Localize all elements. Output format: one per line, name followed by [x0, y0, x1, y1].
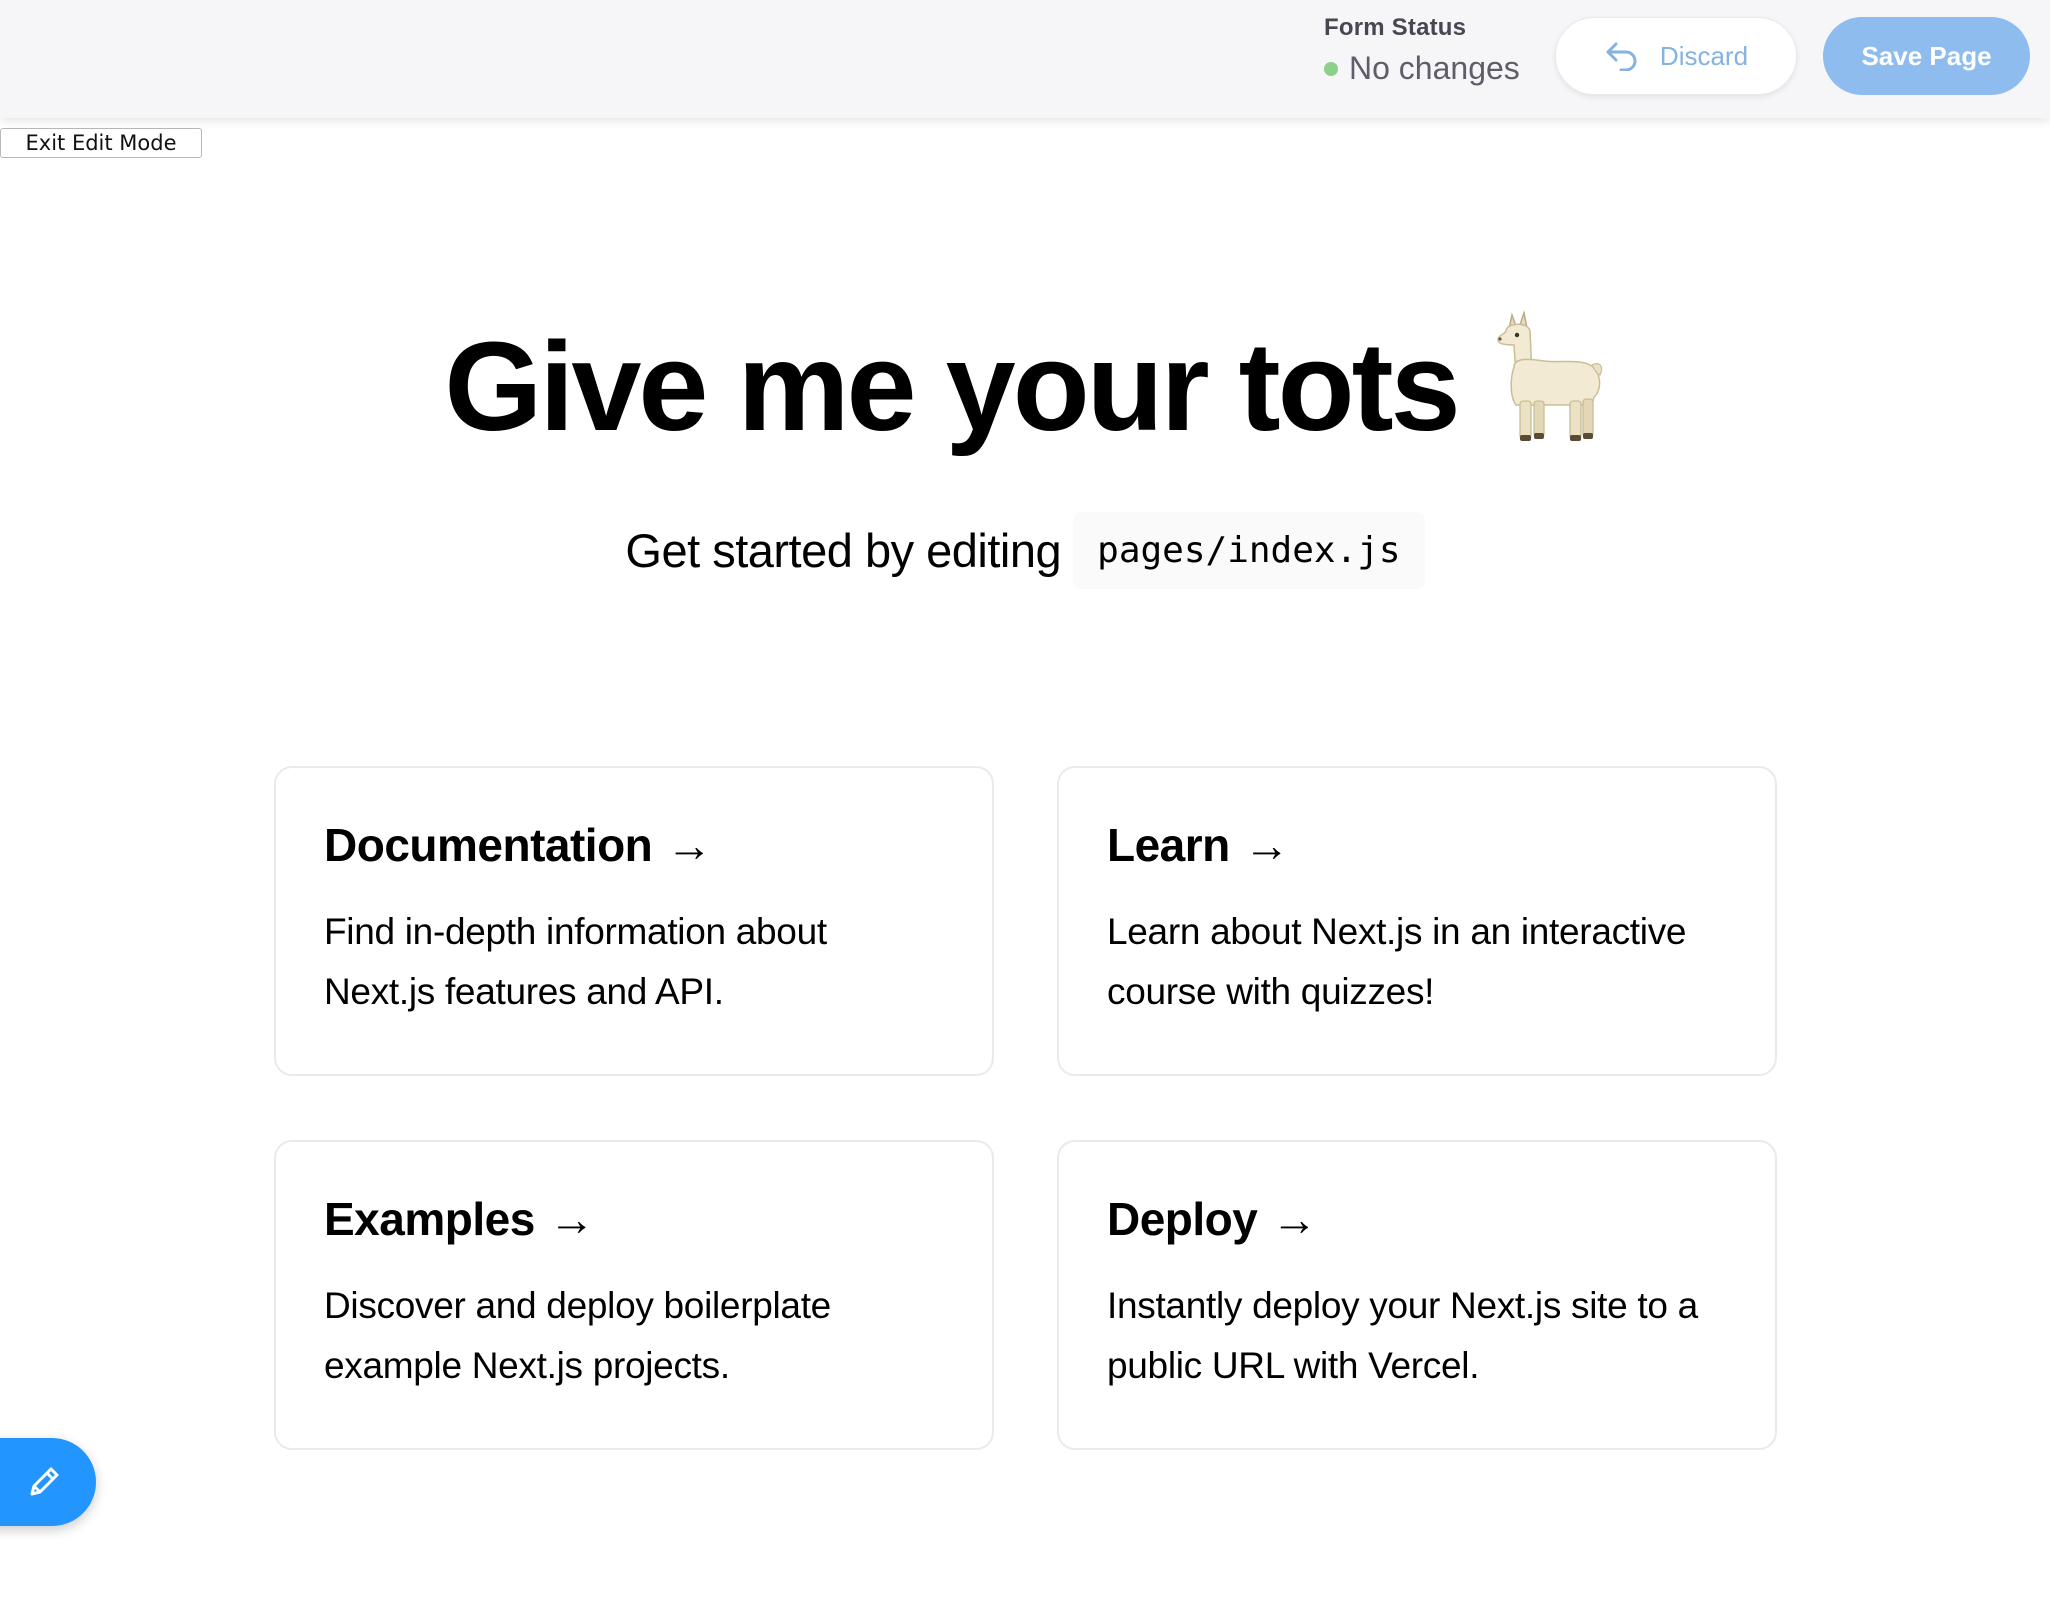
card-documentation[interactable]: Documentation → Find in-depth informatio…: [274, 766, 994, 1076]
card-title-text: Learn: [1107, 819, 1230, 871]
arrow-right-icon: →: [1271, 1193, 1317, 1245]
card-learn[interactable]: Learn → Learn about Next.js in an intera…: [1057, 766, 1777, 1076]
page-title: Give me your tots: [0, 310, 2050, 457]
arrow-right-icon: →: [666, 819, 712, 871]
card-title-text: Documentation: [324, 819, 653, 871]
code-path: pages/index.js: [1073, 512, 1425, 589]
status-dot-icon: [1324, 61, 1338, 76]
card-title-text: Examples: [324, 1193, 535, 1245]
card-description: Find in-depth information about Next.js …: [324, 911, 827, 1012]
form-status-value: No changes: [1324, 50, 1520, 87]
card-title: Learn →: [1107, 818, 1727, 872]
edit-fab-button[interactable]: [0, 1438, 96, 1526]
card-title: Documentation →: [324, 818, 944, 872]
llama-icon: [1490, 309, 1606, 445]
form-status: Form Status No changes: [1324, 14, 1520, 87]
card-title: Examples →: [324, 1192, 944, 1246]
card-title: Deploy →: [1107, 1192, 1727, 1246]
card-description: Learn about Next.js in an interactive co…: [1107, 911, 1687, 1012]
discard-label: Discard: [1659, 40, 1749, 71]
save-page-button[interactable]: Save Page: [1823, 17, 2030, 95]
card-examples[interactable]: Examples → Discover and deploy boilerpla…: [274, 1140, 994, 1450]
card-title-text: Deploy: [1107, 1193, 1258, 1245]
save-page-label: Save Page: [1861, 40, 1992, 71]
arrow-right-icon: →: [548, 1193, 595, 1245]
subtitle: Get started by editing pages/index.js: [0, 512, 2050, 589]
arrow-right-icon: →: [1243, 819, 1290, 871]
form-status-title: Form Status: [1324, 14, 1467, 41]
edit-toolbar: Form Status No changes Discard Save Page: [0, 0, 2050, 118]
card-deploy[interactable]: Deploy → Instantly deploy your Next.js s…: [1057, 1140, 1777, 1450]
page-title-text: Give me your tots: [444, 316, 1460, 457]
subtitle-text: Get started by editing: [625, 524, 1062, 577]
discard-button[interactable]: Discard: [1555, 17, 1797, 95]
card-description: Discover and deploy boilerplate example …: [324, 1285, 831, 1386]
undo-arrow-icon: [1604, 41, 1640, 71]
pencil-icon: [24, 1462, 64, 1502]
card-description: Instantly deploy your Next.js site to a …: [1107, 1285, 1698, 1386]
exit-edit-mode-button[interactable]: Exit Edit Mode: [0, 128, 202, 158]
form-status-text: No changes: [1349, 50, 1520, 86]
